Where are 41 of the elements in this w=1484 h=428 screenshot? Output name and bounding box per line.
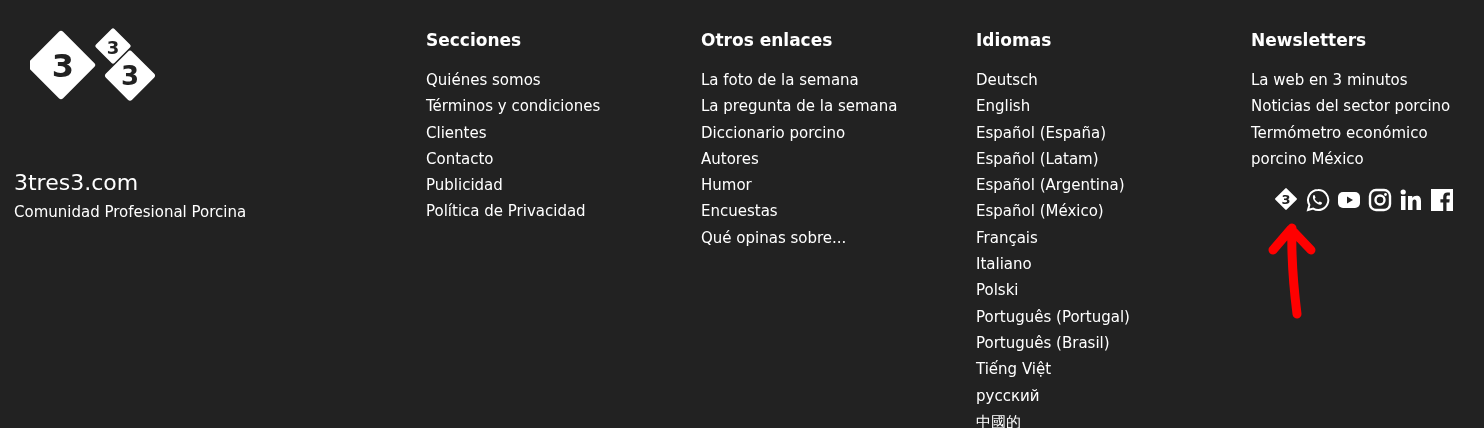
footer-link[interactable]: русский	[976, 382, 1040, 409]
footer-link[interactable]: Qué opinas sobre...	[701, 224, 847, 252]
footer-link[interactable]: Contacto	[426, 145, 494, 173]
footer-link[interactable]: Español (España)	[976, 119, 1107, 146]
footer-link[interactable]: English	[976, 93, 1031, 120]
whatsapp-icon[interactable]	[1306, 188, 1330, 213]
footer-link[interactable]: Italiano	[976, 251, 1032, 278]
footer-link[interactable]: Quiénes somos	[426, 67, 541, 94]
footer-link[interactable]: Diccionario porcino	[701, 119, 846, 146]
footer-link[interactable]: Humor	[701, 172, 752, 199]
footer-link[interactable]: La pregunta de la semana	[701, 93, 898, 120]
linkedin-icon[interactable]	[1399, 188, 1423, 213]
site-tagline: Comunidad Profesional Porcina	[14, 203, 248, 221]
column-heading: Idiomas	[976, 30, 1052, 50]
footer-link[interactable]: Polski	[976, 277, 1019, 304]
column-heading: Secciones	[426, 30, 522, 50]
footer-link[interactable]: Español (Argentina)	[976, 172, 1125, 199]
footer-link[interactable]: 中國的	[976, 408, 1021, 428]
footer-link[interactable]: Noticias del sector porcino	[1251, 93, 1451, 120]
footer-link[interactable]: Español (Latam)	[976, 145, 1099, 173]
column-heading: Newsletters	[1251, 30, 1367, 50]
facebook-icon[interactable]	[1430, 188, 1454, 213]
footer-link[interactable]: Português (Portugal)	[976, 303, 1130, 330]
footer-link[interactable]: Tiếng Việt	[976, 356, 1052, 383]
footer-link[interactable]: Términos y condiciones	[426, 93, 601, 120]
footer-link[interactable]: Português (Brasil)	[976, 329, 1110, 357]
footer-link[interactable]: Clientes	[426, 119, 487, 146]
diamond-logo-icon[interactable]: 3	[1273, 188, 1299, 213]
footer-link[interactable]: Français	[976, 224, 1038, 252]
footer-link[interactable]: Autores	[701, 145, 759, 173]
instagram-icon[interactable]	[1368, 188, 1392, 213]
footer-link[interactable]: Termómetro económico porcino México	[1251, 119, 1476, 173]
column-heading: Otros enlaces	[701, 30, 833, 50]
footer-link[interactable]: La foto de la semana	[701, 67, 859, 94]
footer-link[interactable]: Español (México)	[976, 198, 1104, 225]
footer-link[interactable]: Encuestas	[701, 198, 778, 225]
footer-link[interactable]: Política de Privacidad	[426, 198, 586, 225]
site-name: 3tres3.com	[14, 170, 140, 195]
footer-link[interactable]: La web en 3 minutos	[1251, 67, 1408, 94]
footer-link[interactable]: Deutsch	[976, 67, 1038, 94]
footer-link[interactable]: Publicidad	[426, 172, 503, 199]
